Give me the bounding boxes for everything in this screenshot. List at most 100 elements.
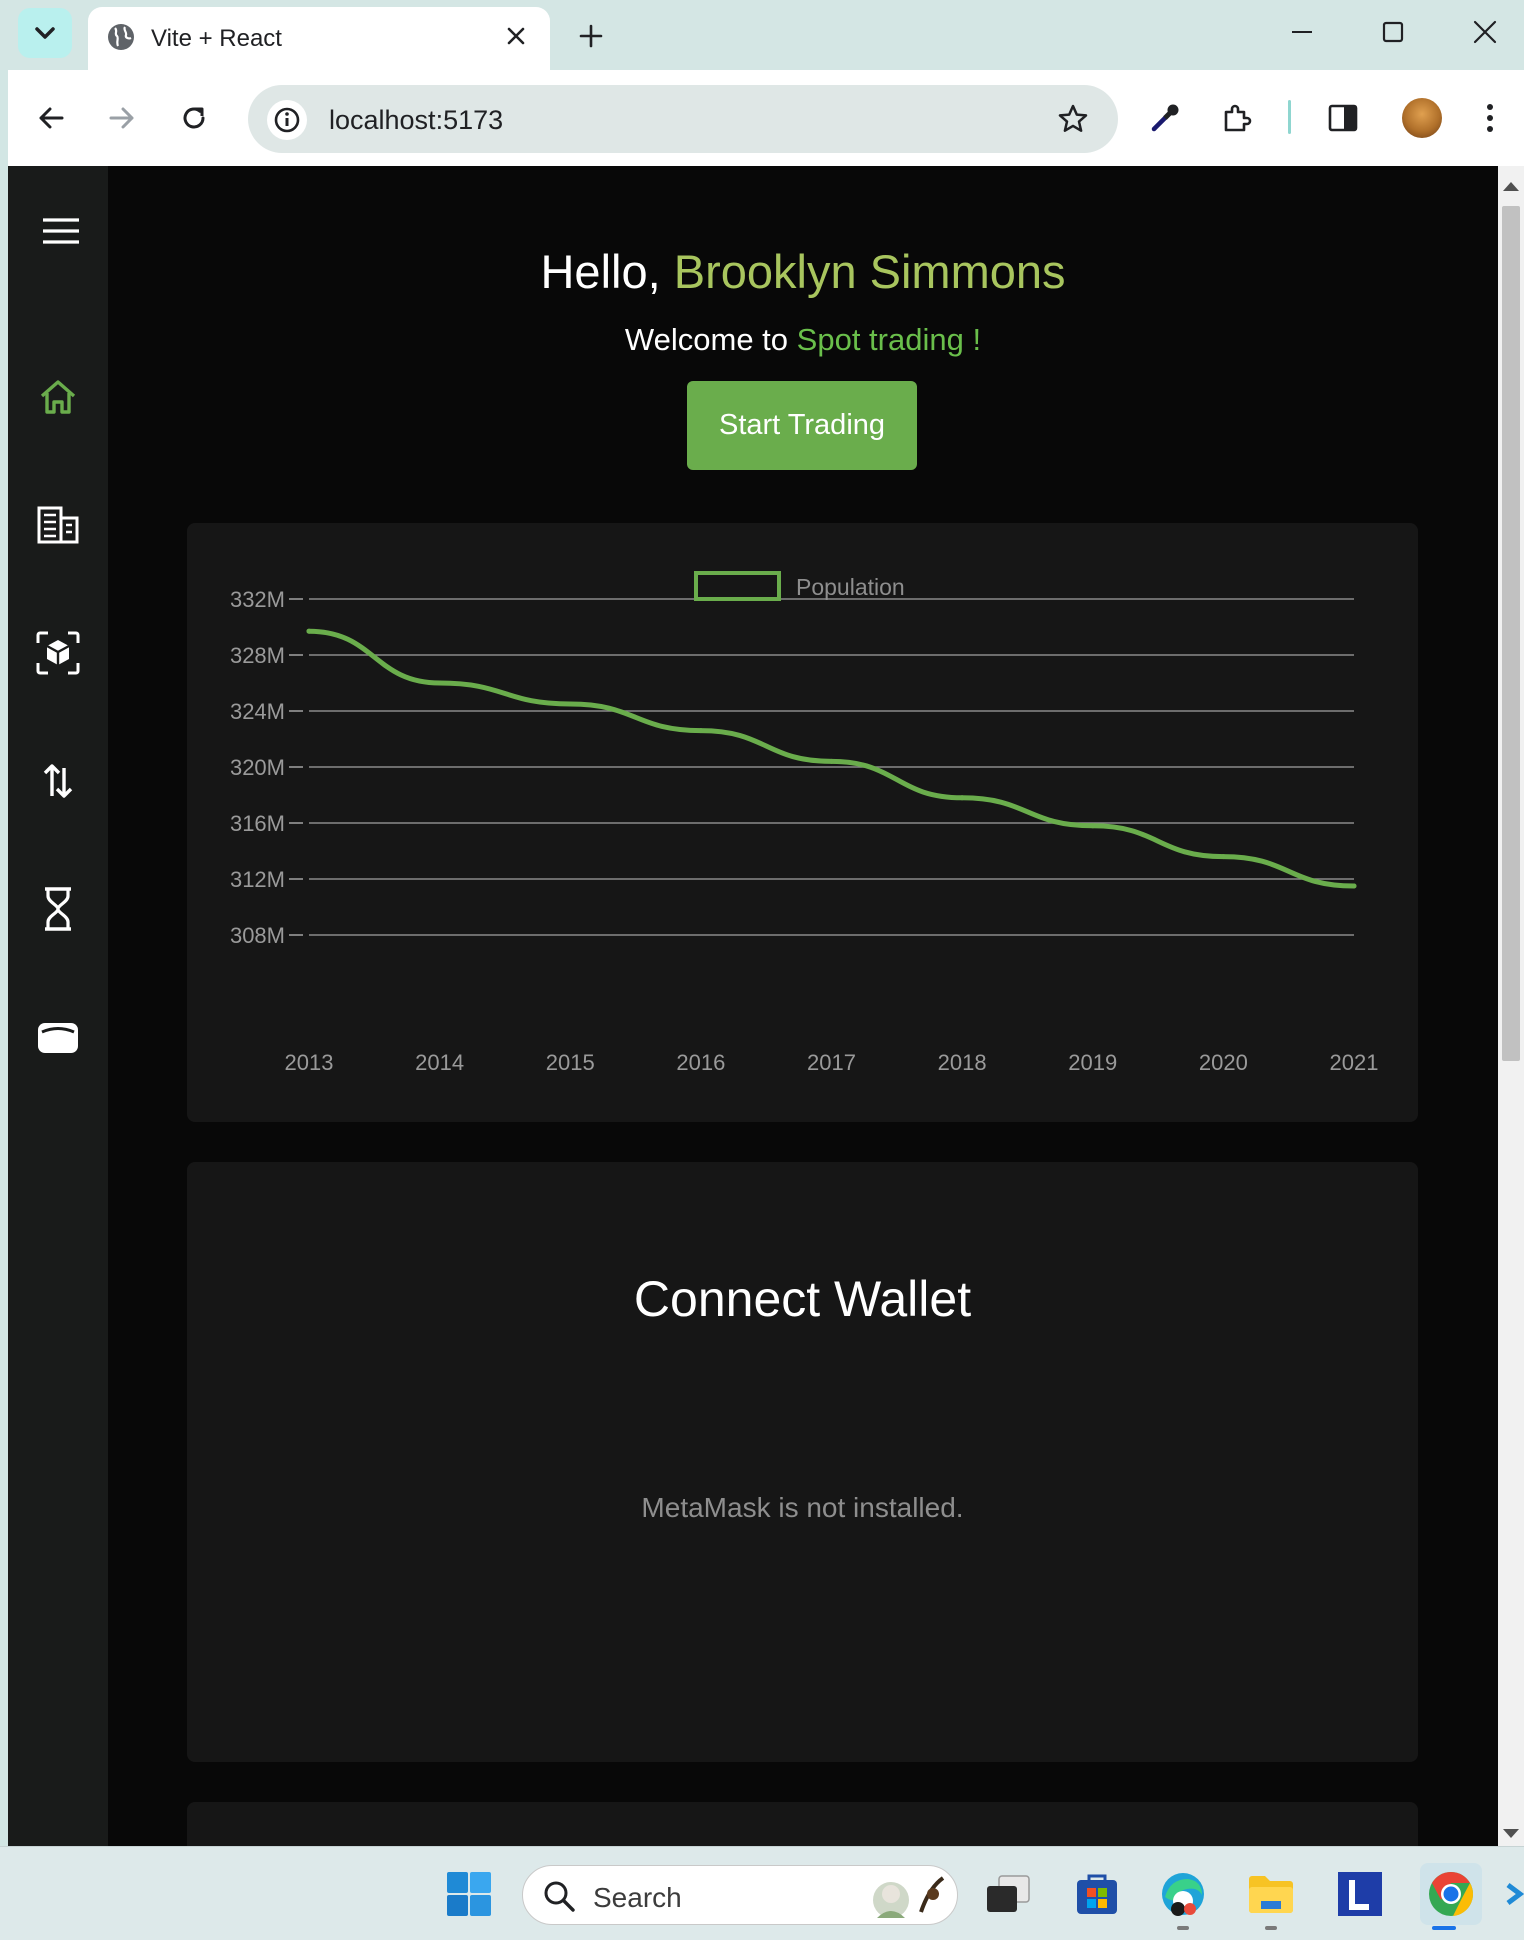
reload-button[interactable] [170, 94, 218, 142]
arrow-right-icon [109, 107, 134, 129]
profile-avatar[interactable] [1402, 98, 1442, 138]
reload-icon [183, 107, 205, 129]
scroll-down-arrow[interactable] [1503, 1829, 1519, 1838]
arrow-left-icon [39, 107, 64, 129]
x-tick-label: 2014 [415, 1050, 464, 1075]
metamask-status-message: MetaMask is not installed. [641, 1492, 964, 1523]
search-highlight-icon [873, 1876, 945, 1918]
start-trading-button[interactable]: Start Trading [687, 381, 917, 470]
new-tab-button[interactable] [572, 17, 610, 55]
sidebar-item-assets[interactable] [34, 629, 82, 677]
sidebar-item-transactions[interactable] [34, 757, 82, 805]
data-point [1090, 823, 1096, 829]
welcome-text: Welcome to Spot trading ! [108, 322, 1498, 358]
store-icon [1077, 1874, 1117, 1914]
start-button[interactable] [444, 1869, 494, 1919]
site-info-button[interactable] [267, 100, 307, 140]
page-scrollbar[interactable] [1498, 166, 1524, 1846]
y-tick-label: 332M [230, 587, 285, 612]
building-icon [37, 506, 79, 544]
explorer-running-indicator [1265, 1926, 1277, 1930]
close-window-button[interactable] [1460, 12, 1510, 52]
sidebar-item-home[interactable] [34, 373, 82, 421]
side-panel-button[interactable] [1319, 94, 1367, 142]
scroll-up-arrow[interactable] [1503, 182, 1519, 191]
forward-button[interactable] [98, 94, 146, 142]
data-point [959, 795, 965, 801]
legend-swatch [694, 571, 781, 601]
star-icon [1058, 104, 1088, 132]
chrome-browser-button[interactable] [1420, 1863, 1482, 1925]
wallet-icon [38, 1023, 78, 1053]
toolbar-divider [1288, 100, 1291, 134]
browser-toolbar: localhost:5173 [8, 70, 1524, 166]
globe-icon [108, 24, 134, 50]
data-point [1351, 883, 1357, 889]
tab-close-button[interactable] [500, 20, 532, 52]
more-vertical-icon [1487, 104, 1493, 132]
chrome-active-indicator [1432, 1926, 1456, 1930]
tab-title: Vite + React [151, 25, 282, 52]
y-tick-label: 324M [230, 699, 285, 724]
next-card [187, 1802, 1418, 1846]
data-point [306, 628, 312, 634]
scroll-thumb[interactable] [1502, 206, 1520, 1061]
data-point [698, 728, 704, 734]
transfer-arrows-icon [43, 764, 73, 798]
greeting-text: Hello, [540, 245, 661, 298]
menu-icon [43, 218, 79, 244]
welcome-highlight: Spot trading ! [796, 322, 982, 357]
address-bar[interactable]: localhost:5173 [248, 85, 1118, 153]
data-point [437, 680, 443, 686]
edge-browser-button[interactable] [1158, 1869, 1208, 1919]
home-icon [40, 380, 76, 414]
task-view-icon [987, 1875, 1030, 1912]
search-icon [544, 1881, 575, 1912]
y-tick-label: 328M [230, 643, 285, 668]
eyedropper-icon [1151, 104, 1179, 132]
microsoft-store-button[interactable] [1072, 1869, 1122, 1919]
taskbar-search[interactable]: Search [522, 1865, 958, 1925]
browser-menu-button[interactable] [1466, 94, 1514, 142]
side-panel-icon [1328, 104, 1358, 132]
browser-tab-active[interactable]: Vite + React [88, 7, 550, 71]
y-tick-label: 308M [230, 923, 285, 948]
maximize-window-button[interactable] [1368, 12, 1418, 52]
page-viewport: Hello, Brooklyn Simmons Welcome to Spot … [8, 166, 1498, 1846]
cube-scan-icon [36, 631, 80, 675]
vscode-button[interactable] [1506, 1869, 1524, 1919]
welcome-prefix: Welcome to [624, 322, 789, 357]
taskbar-search-label: Search [593, 1882, 682, 1913]
data-point [567, 701, 573, 707]
task-view-button[interactable] [983, 1869, 1033, 1919]
browser-tab-strip: Vite + React [0, 0, 1524, 71]
bookmark-button[interactable] [1052, 98, 1094, 140]
tab-search-button[interactable] [18, 8, 72, 58]
menu-toggle-button[interactable] [37, 207, 85, 255]
sidebar-item-wallet[interactable] [34, 1013, 82, 1061]
connect-wallet-card: Connect Wallet MetaMask is not installed… [187, 1162, 1418, 1762]
l-app-button[interactable] [1335, 1869, 1385, 1919]
minimize-icon [1292, 31, 1312, 33]
data-point [829, 758, 834, 764]
file-explorer-button[interactable] [1246, 1869, 1296, 1919]
eyedropper-extension-button[interactable] [1141, 94, 1189, 142]
sidebar-item-history[interactable] [34, 885, 82, 933]
x-tick-label: 2018 [938, 1050, 987, 1075]
hourglass-icon [45, 887, 71, 931]
sidebar-item-companies[interactable] [34, 501, 82, 549]
letter-l-app-icon [1338, 1872, 1382, 1916]
maximize-icon [1382, 21, 1404, 43]
url-text[interactable]: localhost:5173 [329, 105, 503, 136]
chevron-down-icon [35, 27, 55, 39]
folder-icon [1249, 1876, 1293, 1913]
y-tick-label: 320M [230, 755, 285, 780]
edge-running-indicator [1177, 1926, 1189, 1930]
extensions-button[interactable] [1213, 94, 1261, 142]
population-series-line [306, 628, 1357, 889]
population-chart-card: 332M 328M 324M 320M 316M 312M 308M 2013 2014 2015… [187, 523, 1418, 1122]
minimize-window-button[interactable] [1277, 12, 1327, 52]
back-button[interactable] [27, 94, 75, 142]
greeting-heading: Hello, Brooklyn Simmons [108, 244, 1498, 299]
edge-icon [1162, 1873, 1204, 1916]
